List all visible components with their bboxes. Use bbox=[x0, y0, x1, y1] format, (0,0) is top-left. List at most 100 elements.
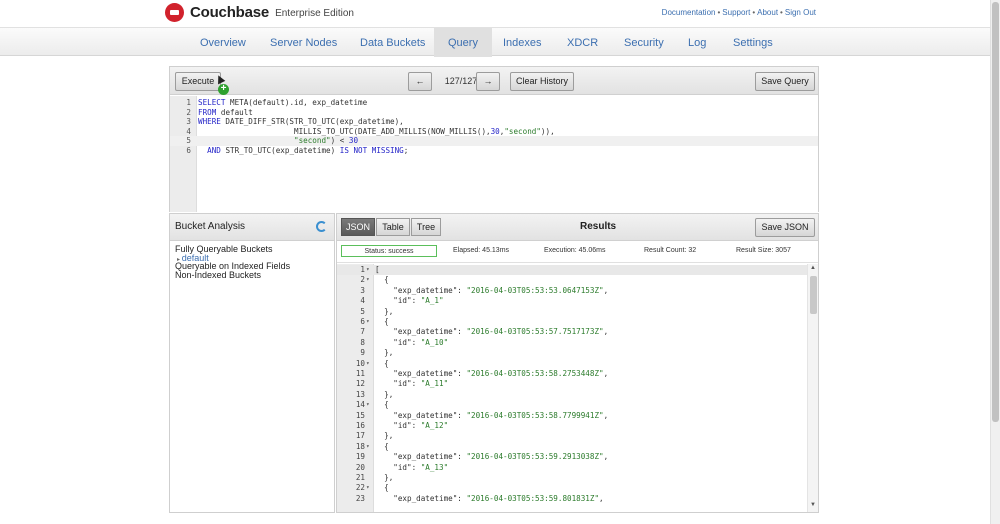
scroll-down-icon[interactable]: ▼ bbox=[810, 502, 816, 508]
result-line-text: }, bbox=[375, 348, 394, 358]
result-line: 4 "id": "A_1" bbox=[337, 296, 807, 306]
support-link[interactable]: Support bbox=[722, 8, 750, 17]
query-line[interactable]: 1 SELECT META(default).id, exp_datetime bbox=[170, 98, 818, 108]
result-line: 2 ▾ { bbox=[337, 275, 807, 285]
nav-item-overview[interactable]: Overview bbox=[186, 28, 260, 57]
query-line[interactable]: 6 AND STR_TO_UTC(exp_datetime) IS NOT MI… bbox=[170, 146, 818, 156]
tab-table[interactable]: Table bbox=[376, 218, 410, 236]
nav-item-settings[interactable]: Settings bbox=[719, 28, 787, 57]
query-line[interactable]: 4 MILLIS_TO_UTC(DATE_ADD_MILLIS(NOW_MILL… bbox=[170, 127, 818, 137]
result-line-text: "exp_datetime": "2016-04-03T05:53:53.064… bbox=[375, 285, 609, 295]
line-number: 23 bbox=[355, 493, 365, 503]
result-line: 16 "id": "A_12" bbox=[337, 421, 807, 431]
query-editor-panel: Execute + ← 127/127 → Clear History Save… bbox=[169, 66, 819, 212]
tab-tree[interactable]: Tree bbox=[411, 218, 441, 236]
query-line[interactable]: 2 FROM default bbox=[170, 108, 818, 118]
result-line-text: { bbox=[375, 400, 389, 410]
sign-out-link[interactable]: Sign Out bbox=[785, 8, 816, 17]
line-number: 5 bbox=[360, 306, 365, 316]
status-badge: Status: success bbox=[341, 245, 437, 257]
results-status-bar: Status: success Elapsed: 45.13ms Executi… bbox=[337, 242, 818, 263]
result-line: 6 ▾ { bbox=[337, 317, 807, 327]
line-number: 18 bbox=[355, 441, 365, 451]
fold-toggle-icon[interactable]: ▾ bbox=[366, 359, 370, 369]
line-number: 22 bbox=[355, 483, 365, 493]
nav-item-server-nodes[interactable]: Server Nodes bbox=[256, 28, 351, 57]
save-query-button[interactable]: Save Query bbox=[755, 72, 815, 91]
bucket-analysis-panel: Bucket Analysis Fully Queryable Buckets … bbox=[169, 213, 335, 513]
result-line-text: }, bbox=[375, 306, 394, 316]
result-line: 20 "id": "A_13" bbox=[337, 463, 807, 473]
result-line: 15 "exp_datetime": "2016-04-03T05:53:58.… bbox=[337, 411, 807, 421]
line-number: 14 bbox=[355, 400, 365, 410]
refresh-icon[interactable] bbox=[316, 221, 327, 232]
result-line-text: { bbox=[375, 275, 389, 285]
fold-toggle-icon[interactable]: ▾ bbox=[366, 275, 370, 285]
clear-history-button[interactable]: Clear History bbox=[510, 72, 574, 91]
query-line-text: SELECT META(default).id, exp_datetime bbox=[198, 98, 368, 107]
save-json-button[interactable]: Save JSON bbox=[755, 218, 815, 237]
line-number: 12 bbox=[355, 379, 365, 389]
line-number: 1 bbox=[360, 265, 365, 274]
results-json-viewer[interactable]: 1 ▾[2 ▾ {3 "exp_datetime": "2016-04-03T05:… bbox=[337, 264, 818, 512]
result-line: 19 "exp_datetime": "2016-04-03T05:53:59.… bbox=[337, 452, 807, 462]
result-line: 10 ▾ { bbox=[337, 359, 807, 369]
result-line: 23 "exp_datetime": "2016-04-03T05:53:59.… bbox=[337, 494, 807, 504]
fold-toggle-icon[interactable]: ▾ bbox=[366, 442, 370, 452]
top-header: Couchbase Enterprise Edition Documentati… bbox=[0, 0, 990, 27]
query-line-text: AND STR_TO_UTC(exp_datetime) IS NOT MISS… bbox=[207, 146, 409, 155]
line-number: 5 bbox=[186, 136, 191, 146]
fold-toggle-icon[interactable]: ▾ bbox=[366, 400, 370, 410]
line-number: 11 bbox=[355, 369, 365, 378]
line-number: 13 bbox=[355, 389, 365, 399]
nav-item-indexes[interactable]: Indexes bbox=[489, 28, 556, 57]
result-line-text: "id": "A_13" bbox=[375, 462, 449, 472]
line-number: 17 bbox=[355, 431, 365, 441]
elapsed-time: Elapsed: 45.13ms bbox=[453, 247, 510, 254]
line-number: 20 bbox=[355, 462, 365, 472]
history-prev-button[interactable]: ← bbox=[408, 72, 432, 91]
result-line: 3 "exp_datetime": "2016-04-03T05:53:53.0… bbox=[337, 286, 807, 296]
documentation-link[interactable]: Documentation bbox=[662, 8, 716, 17]
logo[interactable]: Couchbase Enterprise Edition bbox=[165, 3, 354, 22]
line-number: 2 bbox=[186, 107, 191, 117]
bucket-analysis-header: Bucket Analysis bbox=[170, 214, 334, 241]
scroll-up-icon[interactable]: ▲ bbox=[810, 265, 816, 271]
nav-item-log[interactable]: Log bbox=[674, 28, 720, 57]
page-scrollbar[interactable] bbox=[990, 0, 1000, 524]
result-line: 1 ▾ [ bbox=[337, 265, 807, 276]
nav-item-xdcr[interactable]: XDCR bbox=[553, 28, 612, 57]
fold-toggle-icon[interactable]: ▾ bbox=[366, 317, 370, 327]
results-scrollbar-thumb[interactable] bbox=[810, 276, 817, 314]
line-number: 4 bbox=[360, 296, 365, 306]
nav-item-security[interactable]: Security bbox=[610, 28, 678, 57]
result-line: 12 "id": "A_11" bbox=[337, 379, 807, 389]
result-count: Result Count: 32 bbox=[644, 247, 697, 254]
results-title: Results bbox=[580, 221, 617, 232]
nav-item-query[interactable]: Query bbox=[434, 28, 492, 57]
result-line-text: "id": "A_11" bbox=[375, 379, 449, 389]
execute-button[interactable]: Execute bbox=[175, 72, 221, 91]
result-line: 13 }, bbox=[337, 390, 807, 400]
result-line: 21 }, bbox=[337, 473, 807, 483]
fold-toggle-icon[interactable]: ▾ bbox=[366, 483, 370, 493]
query-line[interactable]: 5 "second") < 30 bbox=[170, 136, 818, 147]
nav-item-data-buckets[interactable]: Data Buckets bbox=[346, 28, 439, 57]
plus-badge-icon: + bbox=[218, 84, 229, 95]
result-line-text: { bbox=[375, 483, 389, 493]
about-link[interactable]: About bbox=[757, 8, 778, 17]
page-scrollbar-thumb[interactable] bbox=[992, 2, 999, 422]
history-next-button[interactable]: → bbox=[476, 72, 500, 91]
results-scrollbar[interactable]: ▲ ▼ bbox=[807, 264, 818, 512]
query-editor[interactable]: 1 SELECT META(default).id, exp_datetime 2 F… bbox=[170, 96, 818, 212]
result-line: 9 }, bbox=[337, 348, 807, 358]
fold-toggle-icon[interactable]: ▾ bbox=[366, 265, 370, 275]
tab-json[interactable]: JSON bbox=[341, 218, 375, 236]
query-line[interactable]: 3 WHERE DATE_DIFF_STR(STR_TO_UTC(exp_date… bbox=[170, 117, 818, 127]
line-number: 8 bbox=[360, 337, 365, 347]
line-number: 6 bbox=[186, 146, 191, 155]
line-number: 21 bbox=[355, 473, 365, 482]
result-line-text: "exp_datetime": "2016-04-03T05:53:59.291… bbox=[375, 452, 609, 462]
query-toolbar: Execute + ← 127/127 → Clear History Save… bbox=[170, 67, 818, 95]
execution-time: Execution: 45.06ms bbox=[544, 247, 606, 254]
